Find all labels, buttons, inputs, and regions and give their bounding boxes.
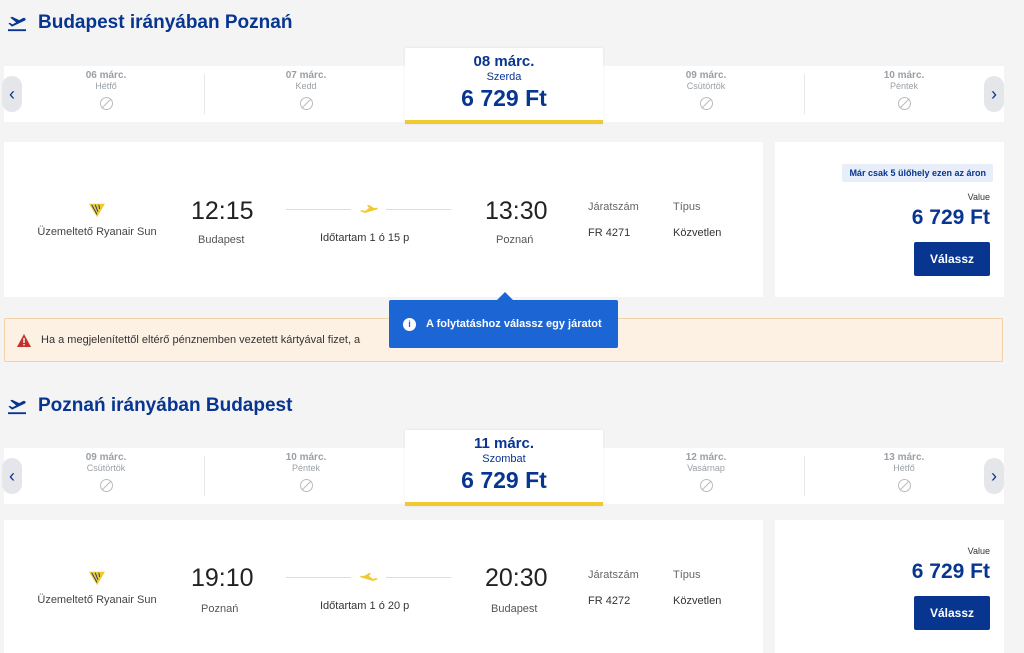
chevron-right-icon: ›: [991, 83, 997, 104]
selected-date-label: 11 márc.: [473, 435, 535, 452]
warning-text: Ha a megjelenítettől eltérő pénznemben v…: [41, 334, 361, 346]
warning-icon: [17, 333, 31, 347]
flight-number: FR 4272: [588, 595, 631, 607]
date-label: 12 márc.: [685, 452, 727, 463]
weekday-label: Kedd: [295, 81, 317, 91]
departure-city: Budapest: [198, 234, 245, 246]
operator-name: Üzemeltető Ryanair Sun: [37, 594, 157, 606]
fare-label: Value: [967, 192, 990, 202]
no-flight-icon: [699, 479, 713, 492]
ryanair-harp-logo-icon: [89, 203, 105, 218]
route-line: [386, 209, 451, 210]
route-line: [286, 577, 351, 578]
fare-price: 6 729 Ft: [911, 560, 990, 583]
flight-type-label: Típus: [673, 201, 701, 213]
outbound-flight-card[interactable]: Üzemeltető Ryanair Sun 12:15 Budapest Id…: [4, 142, 763, 297]
selected-weekday-label: Szerda: [486, 71, 522, 83]
date-label: 07 márc.: [285, 70, 327, 81]
chevron-right-icon: ›: [991, 465, 997, 486]
seats-left-badge: Már csak 5 ülőhely ezen az áron: [842, 164, 993, 182]
flight-type: Közvetlen: [673, 595, 722, 607]
no-flight-icon: [897, 479, 911, 492]
selected-weekday-label: Szombat: [482, 453, 526, 465]
outbound-fare-card: Már csak 5 ülőhely ezen az áron Value 6 …: [775, 142, 1004, 297]
arrival-city: Poznań: [496, 234, 534, 246]
date-label: 06 márc.: [85, 70, 127, 81]
inbound-date-cell[interactable]: 10 márc. Péntek: [206, 448, 406, 504]
inbound-selected-date[interactable]: 11 márc. Szombat 6 729 Ft: [405, 430, 603, 506]
select-button[interactable]: Válassz: [914, 242, 990, 276]
date-label: 09 márc.: [685, 70, 727, 81]
date-label: 10 márc.: [883, 70, 925, 81]
inbound-title: Poznań irányában Budapest: [6, 395, 292, 417]
weekday-label: Csütörtök: [686, 81, 726, 91]
inbound-fare-card: Value 6 729 Ft Válassz: [775, 520, 1004, 653]
no-flight-icon: [299, 97, 313, 110]
select-button[interactable]: Válassz: [914, 596, 990, 630]
outbound-title-text: Budapest irányában Poznań: [38, 12, 293, 33]
operator: Üzemeltető Ryanair Sun: [32, 202, 162, 238]
fare-price: 6 729 Ft: [911, 206, 990, 229]
outbound-date-cell[interactable]: 07 márc. Kedd: [206, 66, 406, 122]
departure-city: Poznań: [201, 603, 239, 615]
tooltip-text: A folytatáshoz válassz egy járatot: [426, 318, 602, 330]
inbound-title-text: Poznań irányában Budapest: [38, 395, 293, 416]
departure-time: 19:10: [191, 564, 254, 592]
route-line: [286, 209, 351, 210]
no-flight-icon: [699, 97, 713, 110]
weekday-label: Hétfő: [95, 81, 117, 91]
weekday-label: Péntek: [889, 81, 919, 91]
outbound-next-arrow[interactable]: ›: [984, 76, 1004, 112]
outbound-date-cell[interactable]: 06 márc. Hétfő: [6, 66, 206, 122]
flight-number-label: Járatszám: [588, 569, 639, 581]
operator-name: Üzemeltető Ryanair Sun: [37, 226, 157, 238]
arrival-city: Budapest: [491, 603, 538, 615]
date-label: 13 márc.: [883, 452, 925, 463]
plane-icon: [360, 573, 378, 581]
arrival-time: 13:30: [485, 197, 548, 225]
date-label: 09 márc.: [85, 452, 127, 463]
weekday-label: Csütörtök: [86, 463, 126, 473]
outbound-date-cell[interactable]: 10 márc. Péntek: [804, 66, 1004, 122]
plane-icon: [360, 205, 378, 213]
no-flight-icon: [897, 97, 911, 110]
inbound-date-cell[interactable]: 12 márc. Vasárnap: [606, 448, 806, 504]
weekday-label: Vasárnap: [687, 463, 725, 473]
operator: Üzemeltető Ryanair Sun: [32, 570, 162, 606]
fare-label: Value: [967, 546, 990, 556]
ryanair-harp-logo-icon: [89, 571, 105, 586]
selected-date-label: 08 márc.: [473, 53, 535, 70]
flight-type-label: Típus: [673, 569, 701, 581]
divider: [204, 74, 205, 114]
selected-price: 6 729 Ft: [461, 467, 547, 493]
flight-number: FR 4271: [588, 227, 631, 239]
flight-duration: Időtartam 1 ó 15 p: [320, 232, 410, 244]
divider: [204, 456, 205, 496]
outbound-selected-date[interactable]: 08 márc. Szerda 6 729 Ft: [405, 48, 603, 124]
departure-plane-icon: [8, 399, 26, 415]
inbound-date-cell[interactable]: 09 márc. Csütörtök: [6, 448, 206, 504]
date-label: 10 márc.: [285, 452, 327, 463]
selected-price: 6 729 Ft: [461, 85, 547, 111]
select-flight-tooltip: i A folytatáshoz válassz egy járatot: [389, 292, 618, 348]
flight-duration: Időtartam 1 ó 20 p: [320, 600, 410, 612]
departure-time: 12:15: [191, 197, 254, 225]
flight-type: Közvetlen: [673, 227, 722, 239]
outbound-date-cell[interactable]: 09 márc. Csütörtök: [606, 66, 806, 122]
info-icon: i: [403, 317, 416, 331]
no-flight-icon: [99, 97, 113, 110]
arrival-time: 20:30: [485, 564, 548, 592]
route-line: [386, 577, 451, 578]
no-flight-icon: [99, 479, 113, 492]
inbound-next-arrow[interactable]: ›: [984, 458, 1004, 494]
weekday-label: Péntek: [291, 463, 321, 473]
outbound-title: Budapest irányában Poznań: [6, 12, 292, 34]
departure-plane-icon: [8, 16, 26, 32]
inbound-date-cell[interactable]: 13 márc. Hétfő: [804, 448, 1004, 504]
no-flight-icon: [299, 479, 313, 492]
inbound-flight-card[interactable]: Üzemeltető Ryanair Sun 19:10 Poznań Időt…: [4, 520, 763, 653]
flight-number-label: Járatszám: [588, 201, 639, 213]
weekday-label: Hétfő: [893, 463, 915, 473]
